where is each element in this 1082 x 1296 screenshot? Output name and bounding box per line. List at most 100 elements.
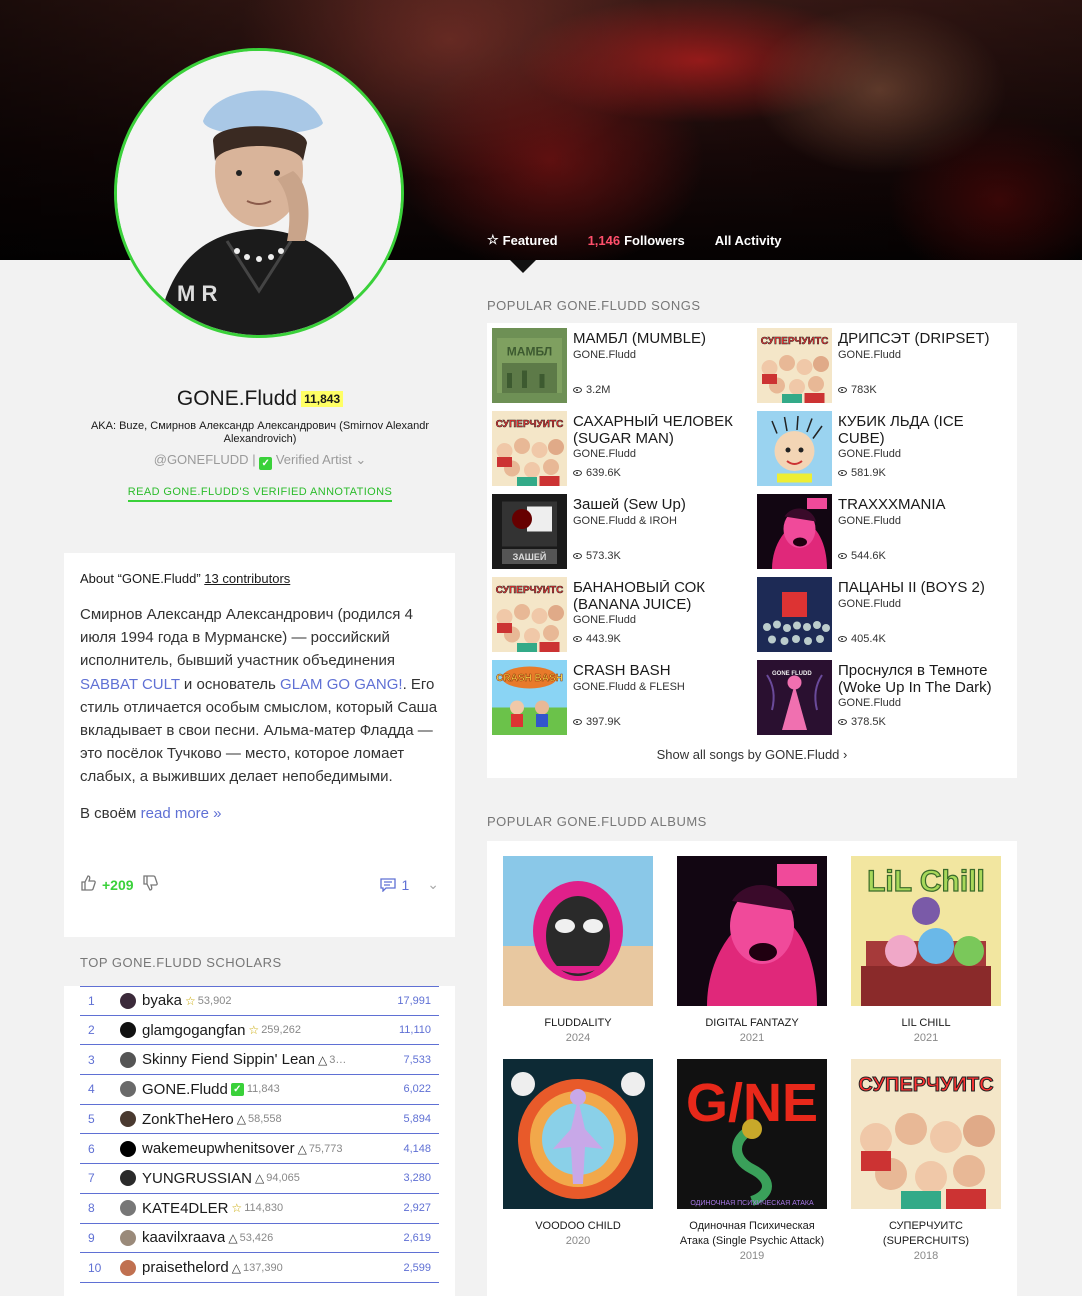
album-card[interactable]: FLUDDALITY 2024 (503, 856, 653, 1046)
scholar-row[interactable]: 6 wakemeupwhenitsover △ 75,773 4,148 (80, 1134, 439, 1165)
artist-handle[interactable]: @GONEFLUDD (154, 452, 249, 467)
album-title[interactable]: Одиночная Психическая Атака (Single Psyc… (677, 1219, 827, 1249)
verified-annotations-link[interactable]: READ GONE.FLUDD'S VERIFIED ANNOTATIONS (127, 486, 393, 502)
song-card[interactable]: КУБИК ЛЬДА (ICE CUBE) GONE.Fludd 581.9K (757, 411, 1012, 486)
scholar-name[interactable]: glamgogangfan (142, 1022, 245, 1039)
scholar-row[interactable]: 1 byaka ☆ 53,902 17,991 (80, 986, 439, 1016)
song-cover-art[interactable]: CRASH BASH (492, 660, 567, 735)
scholar-rank: 5 (88, 1112, 95, 1127)
scholar-name[interactable]: kaavilxraava (142, 1229, 225, 1246)
album-title[interactable]: DIGITAL FANTAZY (677, 1016, 827, 1031)
song-title[interactable]: ПАЦАНЫ II (BOYS 2) (838, 580, 1006, 597)
album-cover-art[interactable] (503, 856, 653, 1006)
svg-text:СУПЕРЧУИТС: СУПЕРЧУИТС (496, 585, 564, 596)
avatar[interactable] (120, 1200, 136, 1217)
song-card[interactable]: TRAXXXMANIA GONE.Fludd 544.6K (757, 494, 1012, 569)
scholar-row[interactable]: 4 GONE.Fludd ✓ 11,843 6,022 (80, 1075, 439, 1105)
scholar-row[interactable]: 7 YUNGRUSSIAN △ 94,065 3,280 (80, 1164, 439, 1194)
scholar-name[interactable]: Skinny Fiend Sippin' Lean (142, 1051, 315, 1068)
scholar-name[interactable]: ZonkTheHero (142, 1111, 234, 1128)
scholar-name[interactable]: YUNGRUSSIAN (142, 1170, 252, 1187)
album-cover-art[interactable]: G/NE ОДИНОЧНАЯ ПСИХИЧЕСКАЯ АТАКА (677, 1059, 827, 1209)
scholar-name[interactable]: GONE.Fludd (142, 1081, 228, 1098)
album-title[interactable]: LIL CHILL (851, 1016, 1001, 1031)
scholar-row[interactable]: 8 KATE4DLER ☆ 114,830 2,927 (80, 1194, 439, 1224)
song-title[interactable]: БАНАНОВЫЙ СОК (BANANA JUICE) (573, 580, 741, 613)
song-title[interactable]: Зашей (Sew Up) (573, 497, 741, 514)
album-cover-art[interactable]: LiL Chill (851, 856, 1001, 1006)
avatar[interactable] (120, 1081, 136, 1098)
avatar[interactable] (120, 1259, 136, 1276)
song-card[interactable]: GONE FLUDD Проснулся в Темноте (Woke Up … (757, 660, 1012, 735)
album-card[interactable]: VOODOO CHILD 2020 (503, 1059, 653, 1249)
scholar-name[interactable]: KATE4DLER (142, 1200, 228, 1217)
album-card[interactable]: G/NE ОДИНОЧНАЯ ПСИХИЧЕСКАЯ АТАКА Одиночна… (677, 1059, 827, 1264)
song-card[interactable]: ПАЦАНЫ II (BOYS 2) GONE.Fludd 405.4K (757, 577, 1012, 652)
song-card[interactable]: СУПЕРЧУИТС БАНАНОВЫЙ СОК (BANANA JUICE) … (492, 577, 747, 652)
verified-artist-label[interactable]: Verified Artist (276, 452, 352, 467)
avatar[interactable] (120, 1140, 136, 1157)
song-title[interactable]: CRASH BASH (573, 663, 741, 680)
avatar[interactable] (120, 1170, 136, 1187)
avatar[interactable] (120, 1229, 136, 1246)
show-all-songs-button[interactable]: Show all songs by GONE.Fludd › (487, 738, 1017, 778)
song-cover-art[interactable]: СУПЕРЧУИТС (757, 328, 832, 403)
vote-row: +209 1 ⌄ (80, 875, 439, 894)
song-title[interactable]: ДРИПСЭТ (DRIPSET) (838, 331, 1006, 348)
avatar[interactable] (120, 1022, 136, 1039)
avatar[interactable] (120, 1111, 136, 1128)
scholar-row[interactable]: 2 glamgogangfan ☆ 259,262 11,110 (80, 1016, 439, 1046)
chevron-down-icon[interactable]: ⌄ (355, 452, 366, 467)
song-card[interactable]: CRASH BASH CRASH BASH GONE.Fludd & FLESH… (492, 660, 747, 735)
tab-featured[interactable]: ☆ Featured (487, 232, 558, 248)
song-cover-art[interactable] (757, 411, 832, 486)
song-card[interactable]: СУПЕРЧУИТС ДРИПСЭТ (DRIPSET) GONE.Fludd … (757, 328, 1012, 403)
avatar[interactable] (120, 992, 136, 1009)
album-title[interactable]: СУПЕРЧУИТС (SUPERCHUITS) (851, 1219, 1001, 1249)
scholar-row[interactable]: 9 kaavilxraava △ 53,426 2,619 (80, 1224, 439, 1254)
song-cover-art[interactable]: МАМБЛ (492, 328, 567, 403)
scholar-row[interactable]: 10 praisethelord △ 137,390 2,599 (80, 1253, 439, 1283)
thumbs-down-icon[interactable] (142, 875, 158, 894)
song-cover-art[interactable]: ЗАШЕЙ (492, 494, 567, 569)
song-cover-art[interactable] (757, 494, 832, 569)
scholar-name[interactable]: byaka (142, 992, 182, 1009)
song-card[interactable]: СУПЕРЧУИТС САХАРНЫЙ ЧЕЛОВЕК (SUGAR MAN) … (492, 411, 747, 486)
glam-go-gang-link[interactable]: GLAM GO GANG! (280, 676, 403, 693)
album-cover-art[interactable]: СУПЕРЧУИТС (851, 1059, 1001, 1209)
comments-button[interactable]: 1 (380, 877, 409, 893)
scholar-name[interactable]: wakemeupwhenitsover (142, 1140, 295, 1157)
sabbat-cult-link[interactable]: SABBAT CULT (80, 676, 180, 693)
album-year: 2018 (913, 1250, 939, 1262)
scholar-row[interactable]: 5 ZonkTheHero △ 58,558 5,894 (80, 1105, 439, 1135)
song-title[interactable]: МАМБЛ (MUMBLE) (573, 331, 741, 348)
contributors-link[interactable]: 13 contributors (204, 571, 290, 586)
album-title[interactable]: VOODOO CHILD (503, 1219, 653, 1234)
album-cover-art[interactable] (503, 1059, 653, 1209)
song-card[interactable]: ЗАШЕЙ Зашей (Sew Up) GONE.Fludd & IROH 5… (492, 494, 747, 569)
song-title[interactable]: Проснулся в Темноте (Woke Up In The Dark… (838, 663, 1006, 696)
album-cover-art[interactable] (677, 856, 827, 1006)
album-card[interactable]: LiL Chill LIL CHILL 2021 (851, 856, 1001, 1046)
thumbs-up-icon[interactable] (80, 875, 96, 894)
scholar-score: 3,280 (403, 1172, 431, 1185)
song-title[interactable]: САХАРНЫЙ ЧЕЛОВЕК (SUGAR MAN) (573, 414, 741, 447)
song-title[interactable]: КУБИК ЛЬДА (ICE CUBE) (838, 414, 1006, 447)
chevron-down-icon[interactable]: ⌄ (427, 876, 439, 893)
song-card[interactable]: МАМБЛ МАМБЛ (MUMBLE) GONE.Fludd 3.2M (492, 328, 747, 403)
song-cover-art[interactable]: СУПЕРЧУИТС (492, 411, 567, 486)
album-card[interactable]: DIGITAL FANTAZY 2021 (677, 856, 827, 1046)
scholar-name[interactable]: praisethelord (142, 1259, 229, 1276)
avatar[interactable] (120, 1051, 136, 1068)
song-title[interactable]: TRAXXXMANIA (838, 497, 1006, 514)
song-cover-art[interactable]: GONE FLUDD (757, 660, 832, 735)
scholar-row[interactable]: 3 Skinny Fiend Sippin' Lean △ 3… 7,533 (80, 1045, 439, 1076)
album-card[interactable]: СУПЕРЧУИТС СУПЕРЧУИТС (SUPERCHUITS) 2018 (851, 1059, 1001, 1264)
tab-all-activity[interactable]: All Activity (715, 232, 782, 248)
star-icon: ☆ (185, 993, 196, 1008)
song-cover-art[interactable]: СУПЕРЧУИТС (492, 577, 567, 652)
read-more-link[interactable]: read more » (141, 805, 222, 822)
song-cover-art[interactable] (757, 577, 832, 652)
album-title[interactable]: FLUDDALITY (503, 1016, 653, 1031)
tab-followers[interactable]: 1,146 Followers (588, 232, 685, 248)
